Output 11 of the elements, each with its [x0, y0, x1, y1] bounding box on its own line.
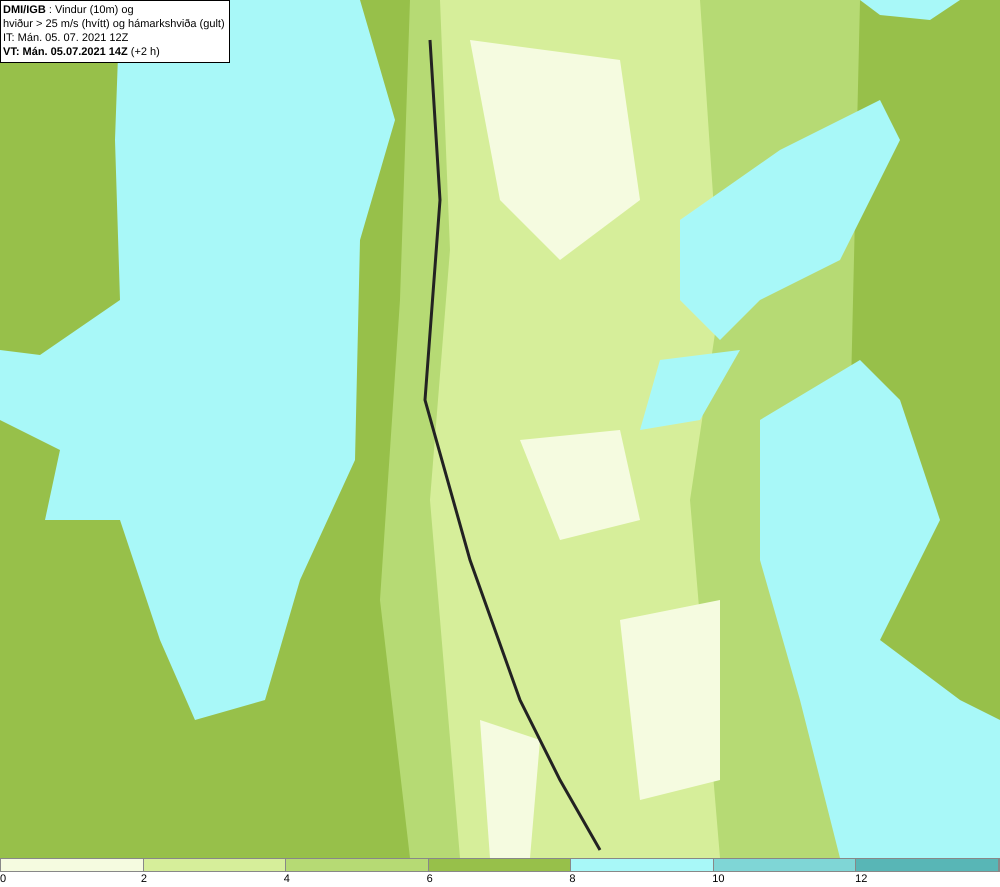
info-text: IT: Mán. 05. 07. 2021 12Z: [3, 31, 130, 45]
legend-tick-label: 2: [140, 872, 147, 887]
legend-tick-label: 8: [569, 872, 576, 887]
legend-tick-label: 0: [0, 872, 6, 887]
legend-tick-label: 4: [284, 872, 290, 887]
info-text: DMI/IGB : Vindur (10m) og: [3, 3, 135, 17]
info-text: hviður > 25 m/s (hvítt) og hámarkshviða (gult): [3, 17, 225, 31]
info-text: VT: Mán. 05.07.2021 14Z (+2 h): [3, 45, 161, 59]
legend-tick-label: 10: [712, 872, 725, 887]
legend-tick-label: 12: [855, 872, 868, 887]
legend-tick-label: 6: [426, 872, 433, 887]
